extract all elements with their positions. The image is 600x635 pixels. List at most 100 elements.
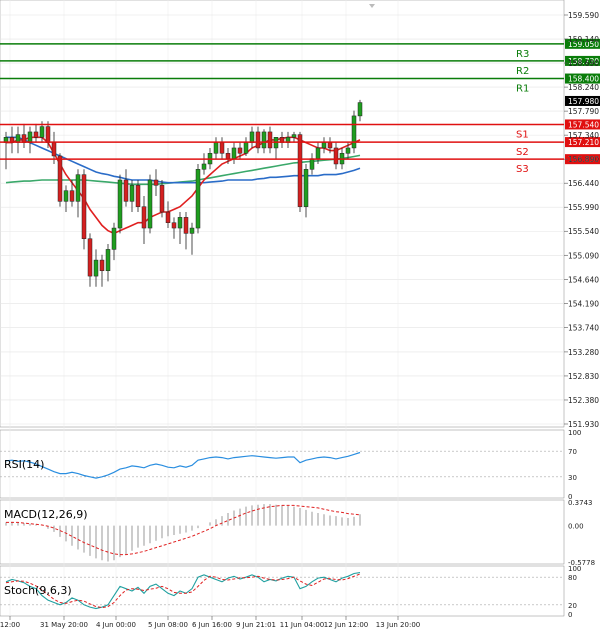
rsi-label: RSI(14) (4, 458, 44, 471)
macd-tick-label: 0.3743 (568, 499, 593, 507)
price-tick-label: 159.140 (568, 35, 599, 44)
price-tick-label: 158.690 (568, 59, 599, 68)
candle-body (297, 134, 303, 207)
candle-body (345, 147, 351, 154)
price-tick-label: 158.240 (568, 83, 599, 92)
candle-body (159, 185, 165, 213)
candle-body (87, 238, 93, 277)
candle-body (171, 222, 177, 229)
level-name-s2: S2 (516, 147, 529, 158)
candle-body (267, 131, 273, 149)
candle-body (261, 131, 267, 149)
price-tick-label: 154.640 (568, 275, 599, 284)
candle-body (183, 217, 189, 234)
price-tick-label: 155.090 (568, 251, 599, 260)
candle-body (201, 163, 207, 170)
macd-tick-label: 0.00 (568, 523, 584, 531)
stoch-tick-label: 80 (568, 574, 577, 582)
candle-body (165, 211, 171, 223)
price-tick-label: 159.590 (568, 11, 599, 20)
price-tick-label: 153.280 (568, 348, 599, 357)
candle-body (93, 259, 99, 277)
candle-body (117, 179, 123, 229)
time-tick-label: 9 Jun 21:01 (236, 621, 276, 629)
candle-body (315, 147, 321, 159)
candle-body (219, 142, 225, 154)
candle-body (153, 179, 159, 186)
candle-body (141, 206, 147, 229)
candle-body (357, 102, 363, 117)
time-tick-label: 13 Jun 20:00 (376, 621, 420, 629)
candle-body (129, 185, 135, 202)
candle-body (81, 174, 87, 239)
price-tick-label: 155.540 (568, 227, 599, 236)
time-tick-label: 5 Jun 08:00 (148, 621, 188, 629)
candle-body (309, 158, 315, 170)
candle-body (321, 142, 327, 149)
price-tick-label: 151.930 (568, 420, 599, 429)
candle-body (195, 169, 201, 229)
time-axis: 12:00 31 May 20:00 4 Jun 00:00 5 Jun 08:00 6… (0, 616, 420, 629)
time-tick-label: 31 May 20:00 (40, 621, 88, 629)
time-tick-label: 11 Jun 04:00 (280, 621, 324, 629)
candle-body (105, 249, 111, 272)
candle-body (63, 190, 69, 202)
candle-body (135, 185, 141, 207)
candle-body (189, 227, 195, 234)
candle-body (231, 147, 237, 159)
price-tick-label: 153.740 (568, 323, 599, 332)
candle-body (333, 147, 339, 165)
macd-label: MACD(12,26,9) (4, 508, 88, 521)
candle-body (51, 142, 57, 157)
chart-canvas: R3159.050R2158.730R1158.400S1157.540S215… (0, 0, 600, 629)
stoch-tick-label: 20 (568, 602, 577, 610)
trading-chart-window: R3 159.050 R2 158.730 R1 158.400 S1 157.540 S2 15… (0, 0, 600, 631)
candle-body (147, 179, 153, 229)
candle-body (69, 190, 75, 202)
candle-body (255, 131, 261, 149)
candle-body (243, 142, 249, 154)
rsi-pane (0, 429, 565, 499)
candle-body (111, 227, 117, 250)
price-tick-label: 157.790 (568, 107, 599, 116)
candle-body (27, 131, 33, 143)
current-price-label: 157.980 (568, 97, 599, 106)
price-tick-label: 152.830 (568, 372, 599, 381)
level-name-s1: S1 (516, 129, 529, 140)
level-name-r2: R2 (516, 66, 529, 77)
candle-body (45, 126, 51, 143)
candle-body (123, 179, 129, 202)
price-tick-label: 154.190 (568, 299, 599, 308)
candle-body (303, 169, 309, 207)
level-name-r1: R1 (516, 84, 529, 95)
price-tick-label: 157.340 (568, 131, 599, 140)
candle-body (225, 153, 231, 159)
time-tick-label: 6 Jun 16:00 (192, 621, 232, 629)
candle-body (291, 134, 297, 138)
rsi-tick-label: 70 (568, 448, 577, 456)
time-tick-label: 4 Jun 00:00 (96, 621, 136, 629)
level-price-label: 157.540 (568, 120, 599, 129)
candle-body (177, 217, 183, 229)
stoch-pane (0, 565, 565, 617)
price-tick-label: 152.380 (568, 396, 599, 405)
time-tick-label: 12 Jun 12:00 (324, 621, 368, 629)
rsi-tick-label: 100 (568, 429, 581, 437)
candle-body (237, 147, 243, 154)
price-tick-label: 156.890 (568, 155, 599, 164)
level-name-s3: S3 (516, 164, 529, 175)
rsi-tick-label: 30 (568, 474, 577, 482)
price-tick-label: 156.440 (568, 179, 599, 188)
candle-body (351, 115, 357, 149)
candle-body (249, 131, 255, 143)
stoch-label: Stoch(9,6,3) (4, 584, 72, 597)
candle-body (99, 259, 105, 272)
stoch-tick-label: 0 (568, 611, 572, 619)
candle-body (75, 174, 81, 202)
candle-body (33, 131, 39, 138)
time-tick-label: 12:00 (0, 621, 20, 629)
candle-body (57, 155, 63, 202)
stoch-tick-label: 100 (568, 565, 581, 573)
candle-body (327, 142, 333, 149)
level-name-r3: R3 (516, 49, 529, 60)
